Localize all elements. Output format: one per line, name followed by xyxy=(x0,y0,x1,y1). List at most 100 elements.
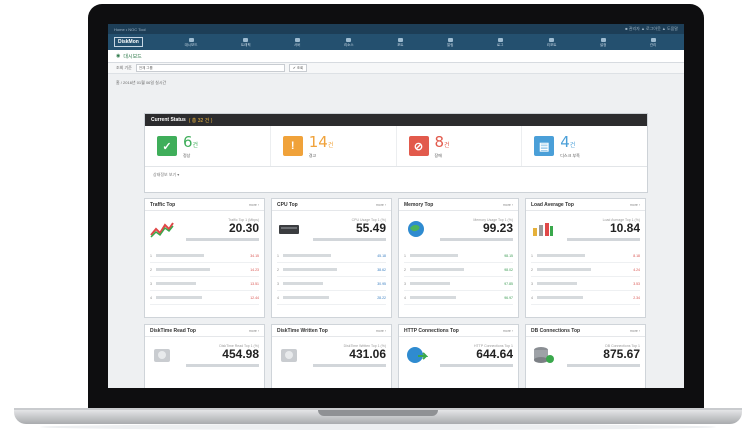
host-name xyxy=(567,237,640,241)
list-item[interactable]: 3 97.85 xyxy=(404,277,513,291)
status-label: 정상 xyxy=(183,152,191,158)
nav-icon xyxy=(294,37,300,42)
card-top-value: DB Connections Top 1 875.67 xyxy=(561,344,640,367)
card-title: Memory Top xyxy=(404,201,434,208)
card-title: DiskTime Read Top xyxy=(150,327,196,334)
card-highlight: Load Average Top 1 (%) 10.84 xyxy=(526,211,645,247)
host-name xyxy=(156,254,204,257)
load-icon xyxy=(531,220,555,238)
group-select[interactable]: 전체 그룹 xyxy=(135,64,285,72)
nav-item[interactable]: 리소스 xyxy=(344,37,354,47)
current-status-panel: Current Status ( 총 32 건 ) ✓ 6건 정상! 14건 경고 ⊘ 8건… xyxy=(144,113,648,193)
top-right-links[interactable]: ■ 관리자 ▲ 로그아웃 ▲ 도움말 xyxy=(625,26,678,32)
http-icon xyxy=(404,346,429,364)
host-name xyxy=(410,282,450,285)
page-title: 대시보드 xyxy=(123,53,142,60)
status-count: ( 총 32 건 ) xyxy=(188,117,213,124)
card-value: 10.84 xyxy=(609,220,640,235)
list-item[interactable]: 3 30.95 xyxy=(277,277,386,291)
more-link[interactable]: more › xyxy=(503,203,513,207)
warning-icon: ! xyxy=(282,136,303,156)
card-top-value: Memory Usage Top 1 (%) 99.23 xyxy=(434,218,513,241)
list-item[interactable]: 1 8.18 xyxy=(531,249,640,263)
more-link[interactable]: more › xyxy=(376,203,386,207)
list-item[interactable]: 4 96.97 xyxy=(404,291,513,305)
top-list: 1 34.15 2 14.23 3 13.51 4 12.44 xyxy=(145,247,264,307)
nav-label: 관리 xyxy=(649,42,657,47)
card-top-value: HTTP Connections Top 1 644.64 xyxy=(434,344,513,367)
host-name xyxy=(156,268,210,271)
more-link[interactable]: more › xyxy=(249,203,259,207)
more-link[interactable]: more › xyxy=(249,329,259,333)
status-detail-toggle[interactable]: 상태정보 보기 ▾ xyxy=(145,167,647,183)
status-label: 디스크 부족 xyxy=(560,152,580,158)
card-highlight: HTTP Connections Top 1 644.64 xyxy=(399,337,518,373)
status-unit: 건 xyxy=(327,142,334,149)
more-link[interactable]: more › xyxy=(503,329,513,333)
status-unit: 건 xyxy=(444,142,450,149)
nav-item[interactable]: 리포트 xyxy=(547,37,556,47)
nav-item[interactable]: 알림 xyxy=(447,37,453,47)
metric-value: 2.34 xyxy=(633,295,640,300)
card-value: 875.67 xyxy=(603,346,640,361)
metric-card: Memory Top more › Memory Usage Top 1 (%) 99… xyxy=(398,198,519,318)
top-cards-grid: Traffic Top more › Traffic Top 1 (Mbps) 20.… xyxy=(144,198,646,388)
nav-item[interactable]: 포트 xyxy=(397,37,404,47)
nav-item[interactable]: 로그 xyxy=(497,37,503,47)
more-link[interactable]: more › xyxy=(376,329,386,333)
metric-value: 8.18 xyxy=(633,253,640,258)
app-logo[interactable]: DiskMon xyxy=(114,37,143,47)
laptop-notch xyxy=(318,410,438,416)
nav-label: 트래픽 xyxy=(240,42,251,47)
nav-item[interactable]: 서버 xyxy=(294,37,300,47)
host-name xyxy=(186,363,259,367)
home-icon: ◉ xyxy=(116,53,121,59)
search-button[interactable]: ✔ 조회 xyxy=(288,64,308,72)
nav-item[interactable]: 설정 xyxy=(600,37,606,47)
status-items: ✓ 6건 정상! 14건 경고 ⊘ 8건 장애 ▤ 4건 디스크 부족 xyxy=(145,126,647,167)
list-item[interactable]: 4 12.44 xyxy=(150,291,259,305)
metric-card: Load Average Top more › Load Average Top 1… xyxy=(525,198,646,318)
nav-icon xyxy=(497,37,503,42)
status-text: 14건 경고 xyxy=(309,134,334,159)
list-item[interactable]: 2 4.24 xyxy=(531,263,640,277)
host-name xyxy=(283,268,337,271)
card-header: Memory Top more › xyxy=(399,199,518,211)
card-value: 644.64 xyxy=(476,346,513,361)
list-item[interactable]: 1 45.18 xyxy=(277,249,386,263)
list-item[interactable]: 4 2.34 xyxy=(531,291,640,305)
list-item[interactable]: 2 98.02 xyxy=(404,263,513,277)
card-highlight: CPU Usage Top 1 (%) 55.49 xyxy=(272,211,391,247)
card-title: Traffic Top xyxy=(150,201,176,208)
metric-card: DiskTime Read Top more › DiskTime Read Top… xyxy=(144,324,265,388)
nav-item[interactable]: 대시보드 xyxy=(185,37,197,47)
more-link[interactable]: more › xyxy=(630,329,640,333)
status-item[interactable]: ▤ 4건 디스크 부족 xyxy=(522,126,647,166)
list-item[interactable]: 1 98.15 xyxy=(404,249,513,263)
laptop-shadow xyxy=(40,424,716,430)
more-link[interactable]: more › xyxy=(630,203,640,207)
list-item[interactable]: 4 28.22 xyxy=(277,291,386,305)
host-name xyxy=(283,296,329,299)
disk-read-icon xyxy=(150,346,174,364)
card-header: DiskTime Written Top more › xyxy=(272,325,391,337)
host-name xyxy=(283,282,323,285)
nav-item[interactable]: 트래픽 xyxy=(240,37,251,47)
nav-icon xyxy=(188,37,194,42)
list-item[interactable]: 3 13.51 xyxy=(150,277,259,291)
status-item[interactable]: ✓ 6건 정상 xyxy=(145,126,271,166)
card-title: CPU Top xyxy=(277,201,298,208)
status-label: 경고 xyxy=(308,152,317,158)
status-item[interactable]: ! 14건 경고 xyxy=(271,126,397,166)
card-title: Load Average Top xyxy=(531,201,574,208)
list-item[interactable]: 2 14.23 xyxy=(150,263,259,277)
metric-value: 28.22 xyxy=(377,295,386,300)
list-item[interactable]: 1 34.15 xyxy=(150,249,259,263)
status-label: 장애 xyxy=(434,152,442,158)
status-item[interactable]: ⊘ 8건 장애 xyxy=(397,126,523,166)
status-title: Current Status xyxy=(151,117,186,123)
list-item[interactable]: 2 38.62 xyxy=(277,263,386,277)
host-name xyxy=(537,254,585,257)
list-item[interactable]: 3 3.53 xyxy=(531,277,640,291)
nav-item[interactable]: 관리 xyxy=(649,37,657,47)
